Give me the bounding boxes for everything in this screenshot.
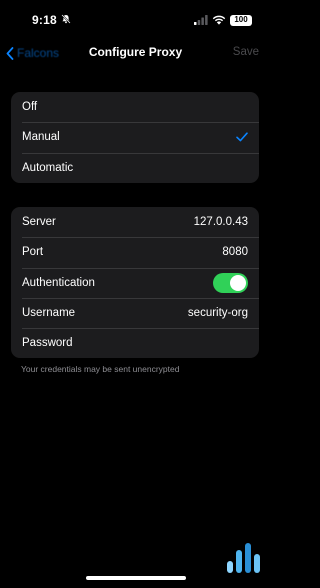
proxy-mode-group: Off Manual Automatic <box>11 92 259 183</box>
navigation-bar: Falcons Configure Proxy Save <box>0 40 271 66</box>
bell-slash-icon <box>61 14 71 24</box>
authentication-toggle[interactable] <box>213 272 248 293</box>
status-time: 9:18 <box>32 13 57 27</box>
toggle-knob <box>230 274 246 291</box>
server-label: Server <box>22 216 56 229</box>
authentication-row: Authentication <box>11 267 259 298</box>
server-field[interactable]: 127.0.0.43 <box>194 216 248 228</box>
authentication-label: Authentication <box>22 276 95 289</box>
checkmark-icon <box>236 132 248 142</box>
username-row[interactable]: Username security-org <box>11 297 259 328</box>
battery-icon: 100 <box>230 14 252 26</box>
mode-option-label: Manual <box>22 131 60 144</box>
username-field[interactable]: security-org <box>188 307 248 319</box>
home-indicator[interactable] <box>86 576 186 580</box>
port-label: Port <box>22 246 44 259</box>
mode-option-off[interactable]: Off <box>11 92 259 122</box>
port-row[interactable]: Port 8080 <box>11 237 259 267</box>
mode-option-automatic[interactable]: Automatic <box>11 152 259 183</box>
cellular-signal-icon <box>194 15 208 25</box>
username-label: Username <box>22 307 76 320</box>
port-field[interactable]: 8080 <box>222 246 248 258</box>
wifi-icon <box>212 15 226 25</box>
password-label: Password <box>22 337 73 350</box>
status-indicators: 100 <box>194 14 252 26</box>
status-bar: 9:18 100 <box>0 0 271 40</box>
page-title: Configure Proxy <box>88 45 183 59</box>
save-button[interactable]: Save <box>233 46 259 58</box>
server-config-group: Server 127.0.0.43 Port 8080 Authenticati… <box>11 207 259 359</box>
security-org-logo-icon <box>227 543 260 573</box>
mode-option-label: Automatic <box>22 161 74 174</box>
credentials-footnote: Your credentials may be sent unencrypted <box>21 364 180 374</box>
server-row[interactable]: Server 127.0.0.43 <box>11 207 259 237</box>
mode-option-manual[interactable]: Manual <box>11 122 259 152</box>
mode-option-label: Off <box>22 101 38 114</box>
password-row[interactable]: Password <box>11 328 259 358</box>
